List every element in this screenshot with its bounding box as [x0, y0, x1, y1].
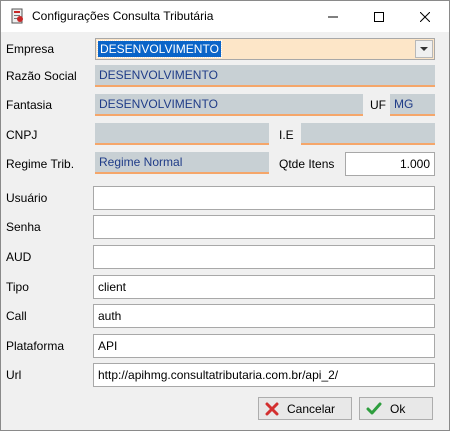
qtde-itens-input[interactable]: 1.000	[345, 152, 435, 176]
uf-label: UF	[370, 98, 386, 112]
tipo-label: Tipo	[6, 280, 29, 294]
fantasia-label: Fantasia	[6, 98, 53, 112]
cnpj-label: CNPJ	[6, 128, 38, 142]
url-label: Url	[6, 368, 22, 382]
ok-button[interactable]: Ok	[359, 397, 433, 420]
senha-label: Senha	[6, 220, 41, 234]
ie-label: I.E	[279, 128, 294, 142]
cancel-button[interactable]: Cancelar	[258, 397, 352, 420]
razao-social-label: Razão Social	[6, 69, 77, 83]
empresa-select[interactable]: DESENVOLVIMENTO	[95, 38, 435, 60]
url-input[interactable]: http://apihmg.consultatributaria.com.br/…	[93, 363, 435, 387]
empresa-selected-value: DESENVOLVIMENTO	[97, 40, 222, 58]
uf-field[interactable]: MG	[390, 94, 435, 116]
regime-field[interactable]: Regime Normal	[95, 152, 269, 174]
ie-field[interactable]	[301, 123, 435, 145]
qtde-itens-label: Qtde Itens	[279, 157, 335, 171]
config-dialog: Configurações Consulta Tributária Empres…	[0, 0, 450, 431]
fantasia-field[interactable]: DESENVOLVIMENTO	[95, 94, 363, 116]
close-icon	[420, 11, 430, 22]
chevron-down-icon	[420, 46, 428, 51]
tipo-input[interactable]: client	[93, 275, 435, 299]
usuario-input[interactable]	[93, 186, 435, 210]
senha-input[interactable]	[93, 215, 435, 239]
minimize-button[interactable]	[310, 1, 356, 32]
aud-input[interactable]	[93, 245, 435, 269]
window-title: Configurações Consulta Tributária	[32, 9, 214, 23]
app-icon	[9, 8, 25, 24]
usuario-label: Usuário	[6, 191, 48, 205]
maximize-button[interactable]	[356, 1, 402, 32]
minimize-icon	[328, 16, 338, 17]
x-icon	[265, 402, 279, 415]
cnpj-field[interactable]	[95, 123, 269, 145]
plataforma-label: Plataforma	[6, 339, 65, 353]
empresa-label: Empresa	[6, 42, 55, 56]
regime-label: Regime Trib.	[6, 157, 75, 171]
cancel-button-label: Cancelar	[287, 401, 336, 416]
razao-social-field[interactable]: DESENVOLVIMENTO	[95, 65, 435, 87]
empresa-dropdown-button[interactable]	[415, 40, 433, 58]
plataforma-input[interactable]: API	[93, 334, 435, 358]
check-icon	[366, 402, 382, 414]
close-button[interactable]	[402, 1, 448, 32]
ok-button-label: Ok	[390, 401, 406, 416]
title-bar: Configurações Consulta Tributária	[1, 1, 449, 32]
maximize-icon	[374, 11, 384, 22]
call-input[interactable]: auth	[93, 304, 435, 328]
aud-label: AUD	[6, 250, 32, 264]
call-label: Call	[6, 309, 27, 323]
